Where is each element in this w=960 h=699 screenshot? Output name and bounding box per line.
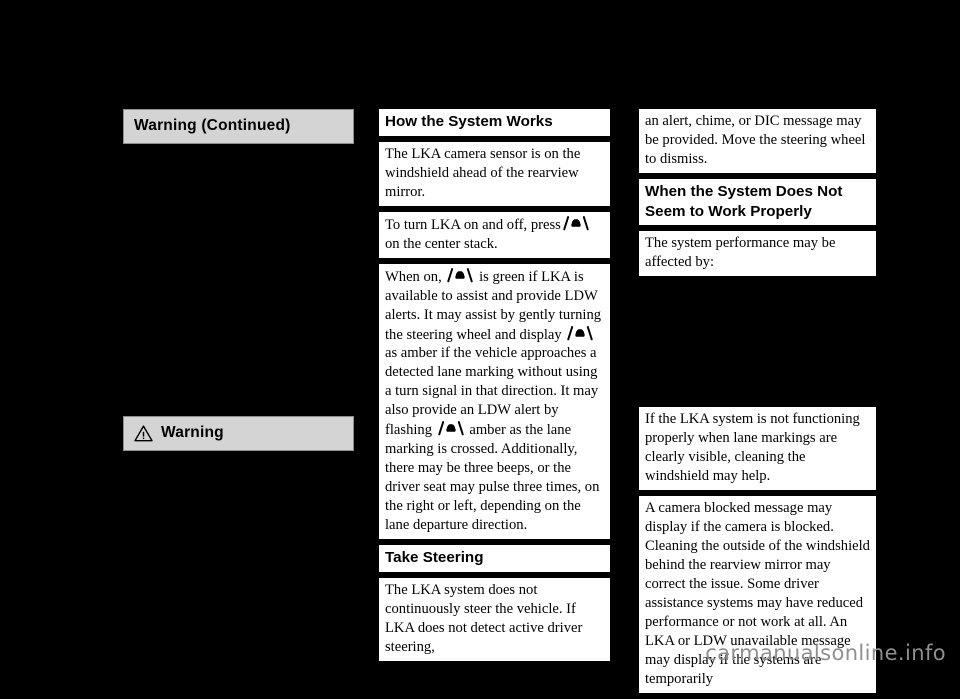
paragraph-turn-on-off: To turn LKA on and off, press on the cen… [379, 211, 610, 258]
heading-when-system-does-not-work: When the System Does Not Seem to Work Pr… [639, 178, 876, 226]
warning-bar: Warning [123, 416, 354, 451]
warning-continued-label: Warning (Continued) [134, 117, 291, 134]
turn-on-off-text-after: on the center stack. [385, 235, 498, 252]
middle-column: How the System Works The LKA camera sens… [379, 109, 610, 667]
warning-continued-bar: Warning (Continued) [123, 109, 354, 144]
lka-lane-keep-assist-icon [437, 420, 465, 437]
lka-lane-keep-assist-icon [562, 215, 590, 232]
paragraph-performance-affected: The system performance may be affected b… [639, 231, 876, 277]
site-watermark: carmanualsonline.info [705, 641, 946, 665]
lka-lane-keep-assist-icon [446, 267, 474, 284]
lka-lane-keep-assist-icon [566, 325, 594, 342]
right-column: an alert, chime, or DIC message may be p… [639, 109, 876, 699]
manual-page: Warning (Continued) Warning How the Syst… [0, 0, 960, 693]
when-on-text-4: amber as the lane marking is crossed. Ad… [385, 422, 600, 534]
right-column-blank-region [639, 282, 876, 408]
paragraph-not-functioning: If the LKA system is not functioning pro… [639, 407, 876, 491]
when-on-text-1: When on, [385, 268, 442, 285]
warning-triangle-icon [134, 424, 153, 442]
paragraph-camera-sensor: The LKA camera sensor is on the windshie… [379, 141, 610, 206]
heading-how-the-system-works: How the System Works [379, 109, 610, 136]
turn-on-off-text-before: To turn LKA on and off, press [385, 216, 561, 233]
warning-label: Warning [161, 424, 224, 441]
heading-take-steering: Take Steering [379, 545, 610, 572]
paragraph-when-on: When on, is green if LKA is available to… [379, 263, 610, 540]
left-column-blank-region [123, 144, 354, 416]
paragraph-alert-continued: an alert, chime, or DIC message may be p… [639, 109, 876, 173]
left-column: Warning (Continued) Warning [123, 109, 354, 451]
